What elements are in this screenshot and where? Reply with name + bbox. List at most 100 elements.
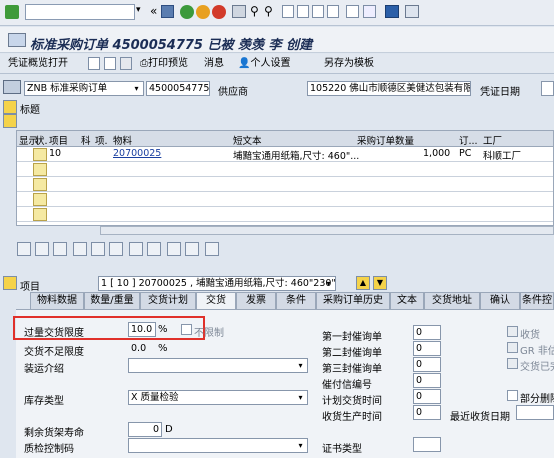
tab-po-history[interactable]: 采购订单历史: [316, 292, 390, 309]
insert-icon[interactable]: [147, 242, 161, 256]
goods-receipt-checkbox[interactable]: [507, 326, 518, 340]
print-icon[interactable]: [232, 5, 246, 18]
collapse-item-icon[interactable]: [3, 276, 17, 290]
last-page-icon[interactable]: [327, 5, 339, 18]
column-header[interactable]: 工厂: [483, 133, 502, 147]
short-text-cell[interactable]: 埔黯宝通用纸箱,尺寸: 460"...: [233, 148, 359, 162]
table-row[interactable]: [17, 177, 553, 192]
first-page-icon[interactable]: [282, 5, 294, 18]
back-icon[interactable]: [180, 5, 194, 19]
settings-icon[interactable]: [205, 242, 219, 256]
next-page-icon[interactable]: [312, 5, 324, 18]
expand-header-icon[interactable]: [3, 100, 17, 114]
column-header[interactable]: 订...: [459, 133, 478, 147]
prev-item-icon[interactable]: ▲: [356, 276, 370, 290]
tab-qty-weight[interactable]: 数量/重量: [84, 292, 140, 309]
remaining-shelf-field[interactable]: 0: [128, 422, 162, 437]
row-selector[interactable]: [33, 178, 47, 191]
table-row[interactable]: 10 20700025 埔黯宝通用纸箱,尺寸: 460"... 1,000 PC…: [17, 147, 553, 162]
under-tolerance-field[interactable]: 0.0: [128, 341, 156, 356]
item-select[interactable]: 1 [ 10 ] 20700025 , 埔黯宝通用纸箱,尺寸: 460"230"…: [98, 276, 336, 291]
table-row[interactable]: [17, 207, 553, 222]
tab-texts[interactable]: 文本: [390, 292, 424, 309]
sort-icon[interactable]: [167, 242, 181, 256]
select-all-icon[interactable]: [35, 242, 49, 256]
personal-settings-button[interactable]: 👤个人设置: [238, 57, 290, 71]
history-icon[interactable]: «: [150, 4, 157, 18]
details-icon[interactable]: [17, 242, 31, 256]
exit-icon[interactable]: [196, 5, 210, 19]
gr-nonvaluated-checkbox[interactable]: [507, 342, 518, 356]
tab-invoice[interactable]: 发票: [236, 292, 276, 309]
change-icon[interactable]: [104, 57, 116, 70]
tab-material-data[interactable]: 物料数据: [30, 292, 84, 309]
qty-cell[interactable]: 1,000: [423, 148, 450, 159]
expand-items-icon[interactable]: [3, 114, 17, 128]
tab-delivery-schedule[interactable]: 交货计划: [140, 292, 196, 309]
column-header[interactable]: 科: [81, 133, 91, 147]
find-next-icon[interactable]: ⚲: [264, 4, 273, 18]
tab-delivery[interactable]: 交货: [196, 292, 236, 309]
column-header[interactable]: 采购订单数量: [357, 133, 414, 147]
messages-button[interactable]: 消息: [204, 57, 224, 71]
reminder2-field[interactable]: 0: [413, 341, 441, 356]
create-icon[interactable]: [88, 57, 100, 70]
tab-conditions[interactable]: 条件: [276, 292, 316, 309]
delete-icon[interactable]: [129, 242, 143, 256]
unit-cell[interactable]: PC: [459, 148, 471, 159]
planned-delivery-field[interactable]: 0: [413, 389, 441, 404]
prev-page-icon[interactable]: [297, 5, 309, 18]
reminder1-field[interactable]: 0: [413, 325, 441, 340]
cancel-icon[interactable]: [212, 5, 226, 19]
command-dropdown-icon[interactable]: ▾: [136, 5, 141, 15]
copy-icon[interactable]: [73, 242, 87, 256]
row-selector[interactable]: [33, 208, 47, 221]
material-link[interactable]: 20700025: [113, 148, 161, 159]
item-cell[interactable]: 10: [49, 148, 61, 159]
column-header[interactable]: 项目: [49, 133, 68, 147]
table-row[interactable]: [17, 192, 553, 207]
column-header[interactable]: 短文本: [233, 133, 262, 147]
qm-control-select[interactable]: ▾: [128, 438, 308, 453]
horizontal-scrollbar[interactable]: [100, 226, 554, 235]
paste-icon[interactable]: [109, 242, 123, 256]
gr-processing-field[interactable]: 0: [413, 405, 441, 420]
vendor-field[interactable]: 105220 佛山市顺德区美健达包装有限...: [307, 81, 471, 96]
command-field[interactable]: [25, 4, 135, 20]
column-header[interactable]: 物料: [113, 133, 132, 147]
shortcut-icon[interactable]: [363, 5, 376, 18]
display-icon[interactable]: [120, 57, 132, 70]
delivery-completed-checkbox[interactable]: [507, 358, 518, 372]
filter-icon[interactable]: [185, 242, 199, 256]
next-item-icon[interactable]: ▼: [373, 276, 387, 290]
enter-icon[interactable]: [5, 5, 19, 19]
help-icon[interactable]: [385, 5, 399, 18]
column-header[interactable]: 状.: [35, 133, 48, 147]
save-icon[interactable]: [161, 5, 174, 18]
partial-delete-checkbox[interactable]: [507, 390, 518, 404]
reminder3-field[interactable]: 0: [413, 357, 441, 372]
tab-confirmations[interactable]: 确认: [480, 292, 520, 309]
shipping-instr-select[interactable]: ▾: [128, 358, 308, 373]
deselect-icon[interactable]: [53, 242, 67, 256]
po-number-field[interactable]: 4500054775: [146, 81, 210, 96]
cut-icon[interactable]: [91, 242, 105, 256]
expediters-field[interactable]: 0: [413, 373, 441, 388]
tab-delivery-address[interactable]: 交货地址: [424, 292, 480, 309]
document-overview-button[interactable]: 凭证概览打开: [8, 57, 68, 71]
tab-condition-control[interactable]: 条件控: [520, 292, 554, 309]
table-row[interactable]: [17, 162, 553, 177]
certificate-type-field[interactable]: [413, 437, 441, 452]
latest-gr-date-field[interactable]: [516, 405, 554, 420]
row-selector[interactable]: [33, 163, 47, 176]
unlimited-checkbox[interactable]: [181, 324, 192, 338]
row-selector[interactable]: [33, 193, 47, 206]
customize-icon[interactable]: [405, 5, 419, 18]
over-tolerance-field[interactable]: 10.0: [128, 322, 156, 337]
find-icon[interactable]: ⚲: [250, 4, 259, 18]
plant-cell[interactable]: 科顺工厂: [483, 148, 521, 162]
save-as-template-button[interactable]: 另存为模板: [324, 57, 374, 71]
new-session-icon[interactable]: [346, 5, 359, 18]
doc-date-field[interactable]: [541, 81, 554, 96]
row-selector[interactable]: [33, 148, 47, 161]
